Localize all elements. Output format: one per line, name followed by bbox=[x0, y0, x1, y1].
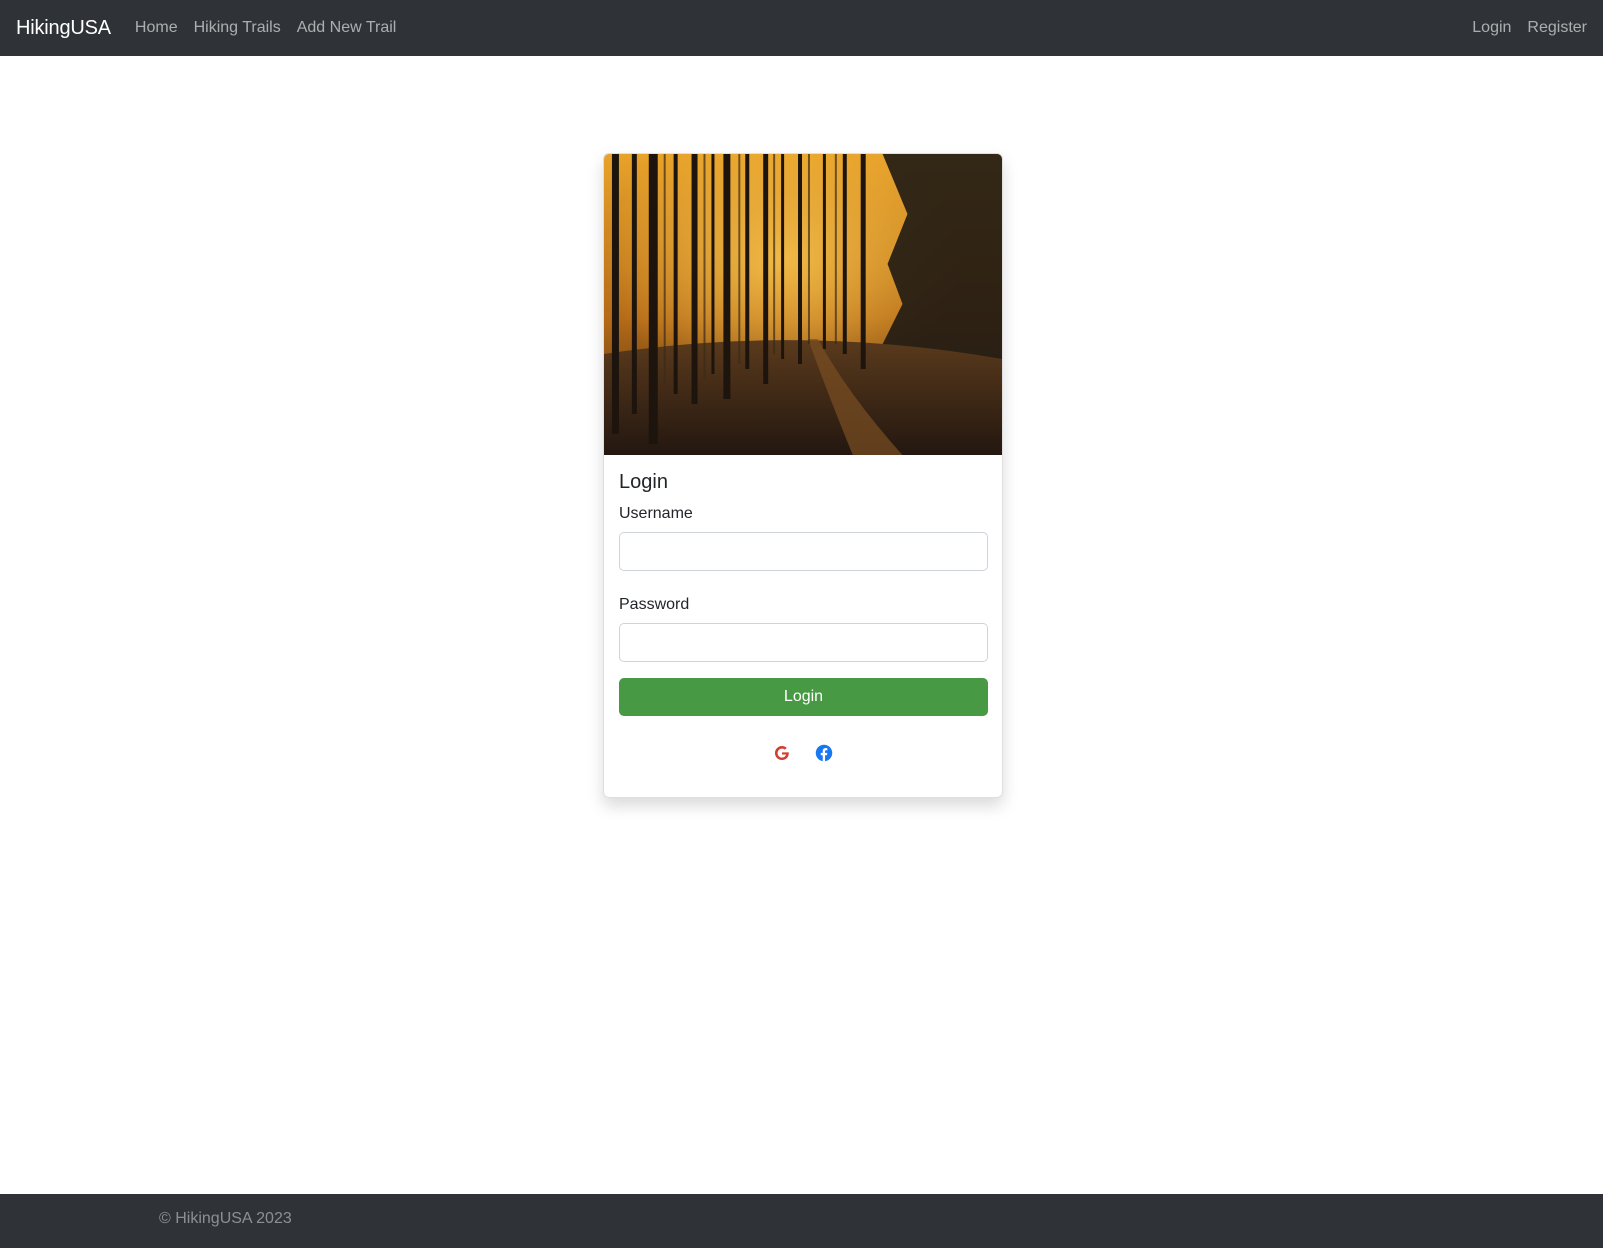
facebook-icon[interactable] bbox=[815, 744, 833, 762]
password-input[interactable] bbox=[619, 623, 988, 662]
footer-copyright: © HikingUSA 2023 bbox=[159, 1210, 292, 1227]
login-title: Login bbox=[619, 471, 668, 493]
nav-right-group: Login Register bbox=[1456, 19, 1587, 37]
nav-home-link[interactable]: Home bbox=[135, 19, 178, 37]
google-icon[interactable] bbox=[773, 744, 791, 762]
login-button[interactable]: Login bbox=[619, 678, 988, 716]
username-input[interactable] bbox=[619, 532, 988, 571]
brand-link[interactable]: HikingUSA bbox=[16, 17, 111, 40]
nav-hiking-trails-link[interactable]: Hiking Trails bbox=[194, 19, 281, 37]
login-card: Login Username Password Login bbox=[603, 153, 1003, 798]
username-label: Username bbox=[619, 505, 693, 522]
forest-trail-image bbox=[604, 154, 1002, 455]
login-card-body: Login Username Password Login bbox=[604, 455, 1002, 777]
nav-login-link[interactable]: Login bbox=[1472, 19, 1511, 37]
nav-register-link[interactable]: Register bbox=[1527, 19, 1587, 37]
nav-add-new-trail-link[interactable]: Add New Trail bbox=[297, 19, 397, 37]
password-label: Password bbox=[619, 596, 690, 613]
page-footer: © HikingUSA 2023 bbox=[0, 1194, 1603, 1248]
social-login-group bbox=[619, 744, 987, 762]
top-navbar: HikingUSA Home Hiking Trails Add New Tra… bbox=[0, 0, 1603, 56]
